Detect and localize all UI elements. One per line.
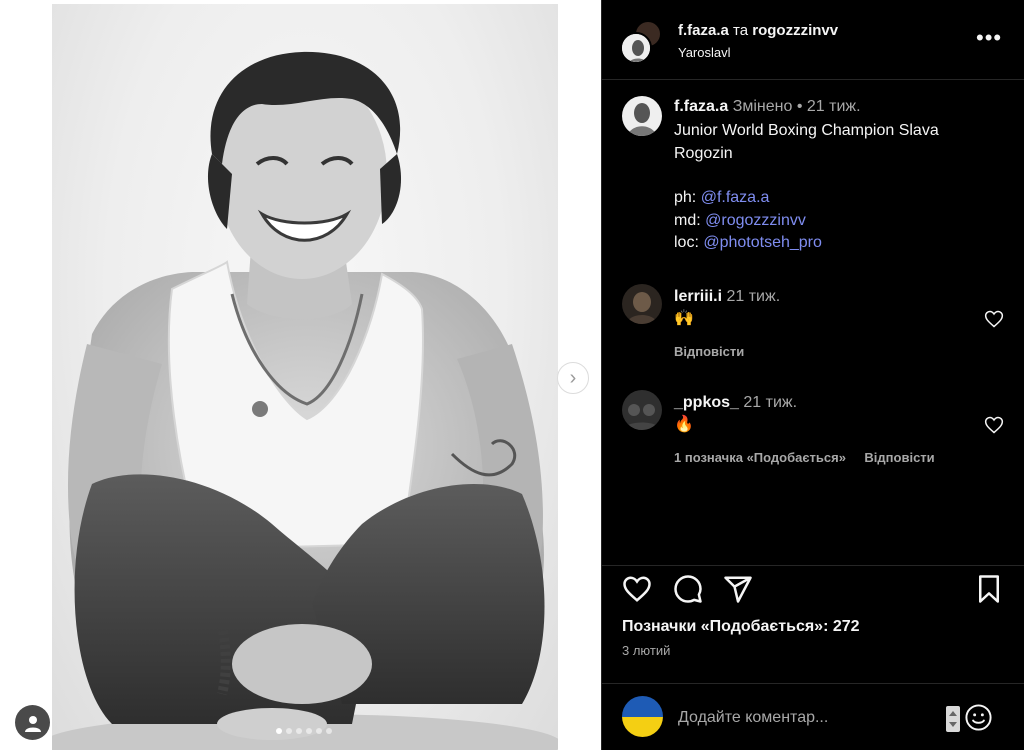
caption-credit-md: md: @rogozzzinvv xyxy=(674,210,806,233)
comment-reply-button[interactable]: Відповісти xyxy=(674,344,744,359)
flag-yellow-stripe xyxy=(622,716,663,737)
comment-time[interactable]: 21 тиж. xyxy=(743,394,797,411)
credit-prefix: loc: xyxy=(674,234,699,251)
carousel-dot xyxy=(276,728,282,734)
current-user-avatar[interactable] xyxy=(622,696,663,737)
stepper-arrows-icon xyxy=(949,711,957,727)
like-button[interactable] xyxy=(622,574,652,604)
photo-illustration xyxy=(52,51,558,750)
caption-credit-ph: ph: @f.faza.a xyxy=(674,187,769,210)
paper-plane-icon xyxy=(724,576,752,603)
caption-meta: f.faza.a Змінено • 21 тиж. xyxy=(674,98,861,116)
comment-meta: lerriii.i 21 тиж. xyxy=(674,288,780,306)
comment-footer: 1 позначка «Подобається» Відповісти xyxy=(674,449,935,467)
carousel-dot xyxy=(316,728,322,734)
bookmark-outline-icon xyxy=(979,575,999,603)
comment-button[interactable] xyxy=(673,574,703,604)
post-side-panel: f.faza.a та rogozzzinvv Yaroslavl ••• f.… xyxy=(602,0,1024,750)
caption-text: Junior World Boxing Champion Slava Rogoz… xyxy=(674,122,939,162)
caption-separator: • xyxy=(796,98,803,115)
comment-avatar-image xyxy=(622,390,662,430)
carousel-dot xyxy=(296,728,302,734)
location-link[interactable]: Yaroslavl xyxy=(678,45,731,60)
caption-credit-loc: loc: @phototseh_pro xyxy=(674,232,822,255)
heart-outline-icon xyxy=(984,416,1004,434)
comment-avatar[interactable] xyxy=(622,390,662,430)
user-icon xyxy=(24,715,41,732)
comment-username-link[interactable]: lerriii.i xyxy=(674,288,722,305)
emoji-picker-button[interactable] xyxy=(964,703,993,732)
heart-outline-icon xyxy=(984,310,1004,328)
chevron-right-icon: › xyxy=(569,366,577,389)
comment-like-button[interactable] xyxy=(984,309,1004,329)
caption-time[interactable]: 21 тиж. xyxy=(807,98,861,115)
coauthor-username-link[interactable]: rogozzzinvv xyxy=(752,22,838,39)
user-tags-button[interactable] xyxy=(15,705,50,740)
caption-avatar-image xyxy=(622,96,662,136)
comment-avatar[interactable] xyxy=(622,284,662,324)
comment-avatar-image xyxy=(622,284,662,324)
carousel-dot xyxy=(286,728,292,734)
carousel-next-button[interactable]: › xyxy=(557,362,589,394)
mention-link[interactable]: @phototseh_pro xyxy=(703,234,822,251)
author-avatar[interactable] xyxy=(620,32,652,64)
caption-username-link[interactable]: f.faza.a xyxy=(674,98,728,115)
mention-link[interactable]: @f.faza.a xyxy=(701,189,770,206)
mention-link[interactable]: @rogozzzinvv xyxy=(705,212,806,229)
carousel-dots xyxy=(276,728,332,734)
input-scroll-stepper[interactable] xyxy=(946,706,960,732)
comment-text: 🙌 xyxy=(674,310,694,327)
comment-username-link[interactable]: _ppkos_ xyxy=(674,394,739,411)
smiley-icon xyxy=(965,704,992,731)
comment-time[interactable]: 21 тиж. xyxy=(726,288,780,305)
flag-blue-stripe xyxy=(622,696,663,717)
photo-pane: › xyxy=(0,0,602,750)
likes-count[interactable]: Позначки «Подобається»: 272 xyxy=(622,618,860,636)
credit-prefix: ph: xyxy=(674,189,697,206)
comment-meta: _ppkos_ 21 тиж. xyxy=(674,394,797,412)
carousel-dot xyxy=(326,728,332,734)
comment-text: 🔥 xyxy=(674,416,694,433)
more-horizontal-icon: ••• xyxy=(976,25,1003,50)
heart-outline-icon xyxy=(623,576,651,602)
comment-input[interactable] xyxy=(678,704,928,732)
comment-like-button[interactable] xyxy=(984,415,1004,435)
credit-prefix: md: xyxy=(674,212,701,229)
comment-bubble-icon xyxy=(674,575,702,603)
authors-conjunction: та xyxy=(733,22,749,39)
caption-edited-label: Змінено xyxy=(732,98,793,115)
share-button[interactable] xyxy=(723,574,753,604)
header-avatars[interactable] xyxy=(620,20,664,64)
comment-reply-button[interactable]: Відповісти xyxy=(864,450,934,465)
carousel-dot xyxy=(306,728,312,734)
save-button[interactable] xyxy=(974,574,1004,604)
post-date[interactable]: 3 лютий xyxy=(622,643,670,658)
author-username-link[interactable]: f.faza.a xyxy=(678,22,729,39)
post-header: f.faza.a та rogozzzinvv Yaroslavl ••• xyxy=(602,0,1024,80)
author-avatar-image xyxy=(622,34,650,62)
add-comment-bar xyxy=(602,683,1024,750)
post-photo[interactable] xyxy=(52,4,558,750)
caption-avatar[interactable] xyxy=(622,96,662,136)
more-options-button[interactable]: ••• xyxy=(976,25,1003,50)
header-authors: f.faza.a та rogozzzinvv xyxy=(678,22,838,39)
comments-section: f.faza.a Змінено • 21 тиж. Junior World … xyxy=(602,80,1024,566)
comment-likes-count[interactable]: 1 позначка «Подобається» xyxy=(674,450,846,465)
post-viewer: › f.faza.a та rogozzzinvv Yaroslavl ••• … xyxy=(0,0,1024,750)
